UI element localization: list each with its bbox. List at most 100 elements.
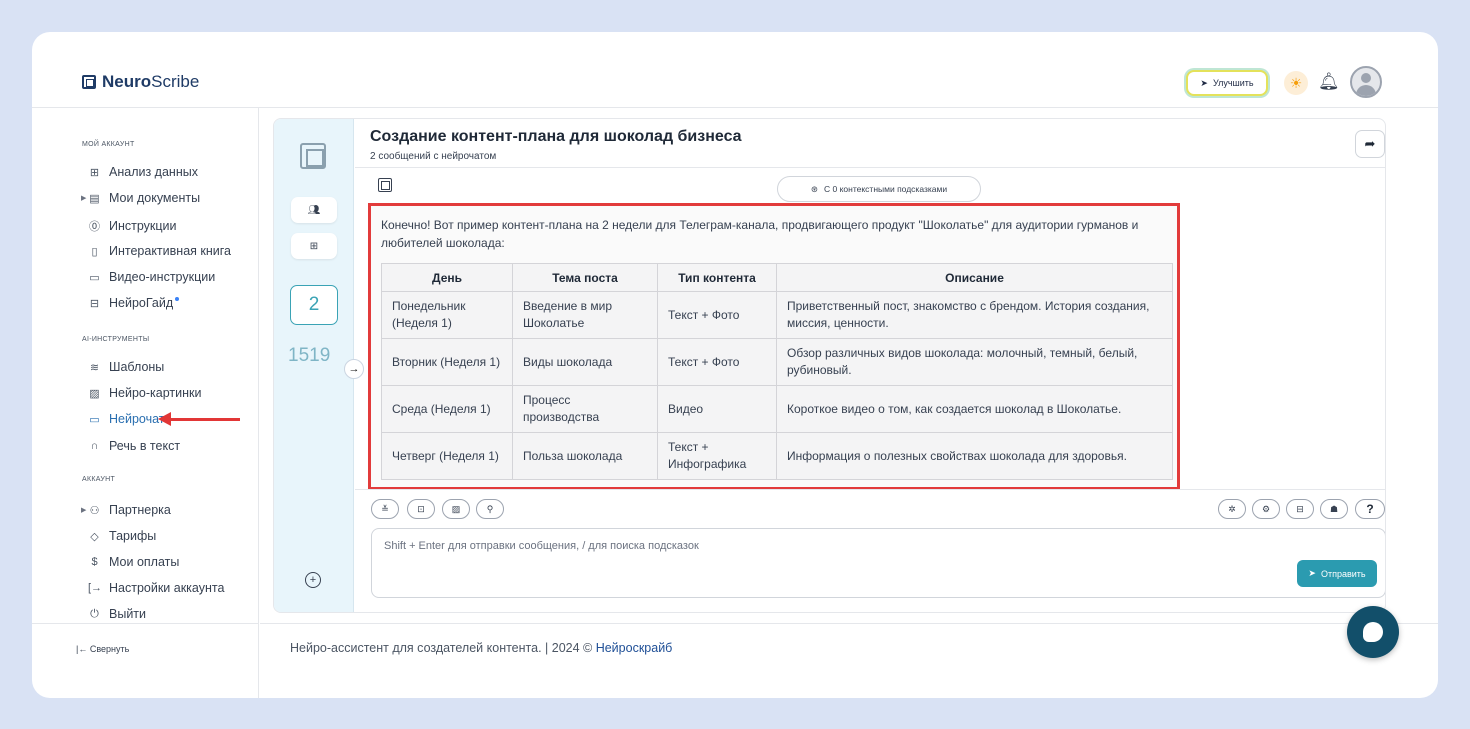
table-row: Понедельник (Неделя 1) Введение в мир Шо… <box>381 291 1173 339</box>
sidebar-item-my-documents[interactable]: ▤ Мои документы <box>88 191 200 205</box>
collapse-toolbar-button[interactable]: ≚ <box>371 499 399 519</box>
collapse-label: Свернуть <box>89 644 130 654</box>
collapse-button[interactable]: |← Свернуть <box>76 644 129 654</box>
layout-icon: ⊟ <box>1296 503 1304 514</box>
table-row: Четверг (Неделя 1) Польза шоколада Текст… <box>381 432 1173 480</box>
message-input[interactable]: Shift + Enter для отправки сообщения, / … <box>371 528 1385 598</box>
chat-title: Создание контент-плана для шоколад бизне… <box>370 128 742 145</box>
chat-icon: ▭ <box>89 413 100 426</box>
share-icon: ➦ <box>1364 136 1376 151</box>
document-icon: ▤ <box>89 192 100 205</box>
upload-button[interactable]: ⊡ <box>407 499 435 519</box>
chat-rail: 👥︎ ⊞ 2 1519 + <box>274 119 354 612</box>
sidebar-item-neurochat[interactable]: ▭ Нейрочат <box>88 412 165 426</box>
column-header: День <box>381 263 513 292</box>
caret-right-icon[interactable]: ▶ <box>81 194 86 202</box>
annotation-arrow <box>158 412 240 426</box>
sidebar-item-partners[interactable]: ⚇ Партнерка <box>88 503 171 517</box>
upload-icon: ⊡ <box>417 503 425 514</box>
sidebar-item-label: Нейрочат <box>109 412 165 426</box>
new-chat-plus-icon[interactable]: + <box>305 572 321 588</box>
column-header: Описание <box>776 263 1173 292</box>
users-button[interactable]: 👥︎ <box>291 197 337 223</box>
footer-copy: Нейро-ассистент для создателей контента.… <box>290 641 596 655</box>
sidebar-item-data-analysis[interactable]: ⊞ Анализ данных <box>88 165 198 179</box>
avatar[interactable] <box>1350 66 1382 98</box>
bell-icon[interactable]: 🔔︎ <box>1318 72 1340 92</box>
sidebar-item-label: Нейро-картинки <box>109 386 202 400</box>
sidebar-item-speech-to-text[interactable]: ∩ Речь в текст <box>88 439 181 453</box>
sidebar: МОЙ АККАУНТ ⊞ Анализ данных ▶ ▤ Мои докуме… <box>32 108 259 698</box>
share-button[interactable]: ➦ <box>1355 130 1385 158</box>
chat-logo-icon <box>300 143 326 169</box>
input-divider <box>355 489 1385 490</box>
sidebar-item-logout[interactable]: ⏻ Выйти <box>88 607 146 621</box>
sidebar-item-label: Настройки аккаунта <box>109 581 225 595</box>
sidebar-item-label: Инструкции <box>109 219 177 233</box>
logo-bold: Neuro <box>102 72 152 91</box>
book-icon: ▯ <box>91 245 98 258</box>
footer-text: Нейро-ассистент для создателей контента.… <box>290 641 672 655</box>
table-cell: Вторник (Неделя 1) <box>381 338 513 386</box>
sidebar-item-instructions[interactable]: ⓪ Инструкции <box>88 218 177 234</box>
logo[interactable]: NeuroScribe <box>82 72 199 92</box>
sidebar-item-label: Партнерка <box>109 503 171 517</box>
table-cell: Текст + Фото <box>657 291 777 339</box>
sidebar-item-account-settings[interactable]: [→ Настройки аккаунта <box>88 581 224 595</box>
sidebar-item-neuroguide[interactable]: ⊟ НейроГайд <box>88 296 180 310</box>
expand-arrow-icon[interactable]: → <box>344 359 364 379</box>
layers-icon: ≋ <box>89 361 100 374</box>
layout-button[interactable]: ⊟ <box>1286 499 1314 519</box>
sidebar-item-tariffs[interactable]: ◇ Тарифы <box>88 529 156 543</box>
guide-icon: ⊟ <box>89 297 100 310</box>
page-footer: Нейро-ассистент для создателей контента.… <box>260 623 1438 698</box>
table-row: Вторник (Неделя 1) Виды шоколада Текст +… <box>381 338 1173 386</box>
settings-button[interactable]: ⚙ <box>1252 499 1280 519</box>
sidebar-footer: |← Свернуть <box>32 623 259 698</box>
dollar-icon: $ <box>91 556 98 568</box>
sidebar-item-label: Выйти <box>109 607 147 621</box>
table-cell: Текст + Инфографика <box>657 432 777 480</box>
column-header: Тип контента <box>657 263 777 292</box>
footer-link[interactable]: Нейроскрайб <box>596 641 673 655</box>
image-icon: ▨ <box>451 503 461 514</box>
new-dot <box>175 297 180 301</box>
upgrade-button[interactable]: ➤ Улучшить <box>1186 70 1268 96</box>
section-account: АККАУНТ <box>82 476 116 483</box>
plugin-button[interactable]: ✲ <box>1218 499 1246 519</box>
sidebar-item-interactive-book[interactable]: ▯ Интерактивная книга <box>88 244 231 258</box>
power-icon: ⏻ <box>90 607 99 620</box>
table-cell: Введение в мир Шоколатье <box>512 291 658 339</box>
sidebar-item-label: Мои документы <box>109 191 201 205</box>
sidebar-item-video-instructions[interactable]: ▭ Видео-инструкции <box>88 270 215 284</box>
grid-button[interactable]: ⊞ <box>291 233 337 259</box>
sidebar-item-label: Шаблоны <box>109 360 165 374</box>
table-cell: Виды шоколада <box>512 338 658 386</box>
caret-right-icon[interactable]: ▶ <box>81 506 86 514</box>
image-button[interactable]: ▨ <box>442 499 470 519</box>
table-cell: Приветственный пост, знакомство с брендо… <box>776 291 1173 339</box>
table-row: Среда (Неделя 1) Процесс производства Ви… <box>381 385 1173 433</box>
column-header: Тема поста <box>512 263 658 292</box>
login-icon: [→ <box>88 582 103 594</box>
grid-icon: ⊞ <box>89 166 100 179</box>
send-label: Отправить <box>1320 568 1366 579</box>
context-hints-button[interactable]: ⊛ С 0 контекстными подсказками <box>777 176 981 202</box>
magic-wand-button[interactable]: ⚲ <box>476 499 504 519</box>
help-button[interactable]: ? <box>1355 499 1385 519</box>
support-chat-button[interactable] <box>1347 606 1399 658</box>
sidebar-item-neuro-images[interactable]: ▨ Нейро-картинки <box>88 386 201 400</box>
sidebar-item-payments[interactable]: $ Мои оплаты <box>88 555 179 569</box>
robot-icon: ☗ <box>1329 503 1339 514</box>
upgrade-label: Улучшить <box>1212 78 1254 88</box>
context-icon: ⊛ <box>810 183 819 194</box>
context-hints-label: С 0 контекстными подсказками <box>824 184 948 194</box>
help-circle-icon: ⓪ <box>89 221 100 233</box>
theme-toggle-sun-icon[interactable]: ☀ <box>1284 71 1308 95</box>
bot-button[interactable]: ☗ <box>1320 499 1348 519</box>
content-plan-table: День Тема поста Тип контента Описание По… <box>381 263 1173 480</box>
app-window: NeuroScribe ➤ Улучшить ☀ 🔔︎ МОЙ АККАУНТ … <box>32 32 1438 698</box>
sidebar-item-templates[interactable]: ≋ Шаблоны <box>88 360 164 374</box>
send-button[interactable]: ➤ Отправить <box>1297 560 1377 587</box>
assistant-avatar-icon <box>378 178 392 192</box>
